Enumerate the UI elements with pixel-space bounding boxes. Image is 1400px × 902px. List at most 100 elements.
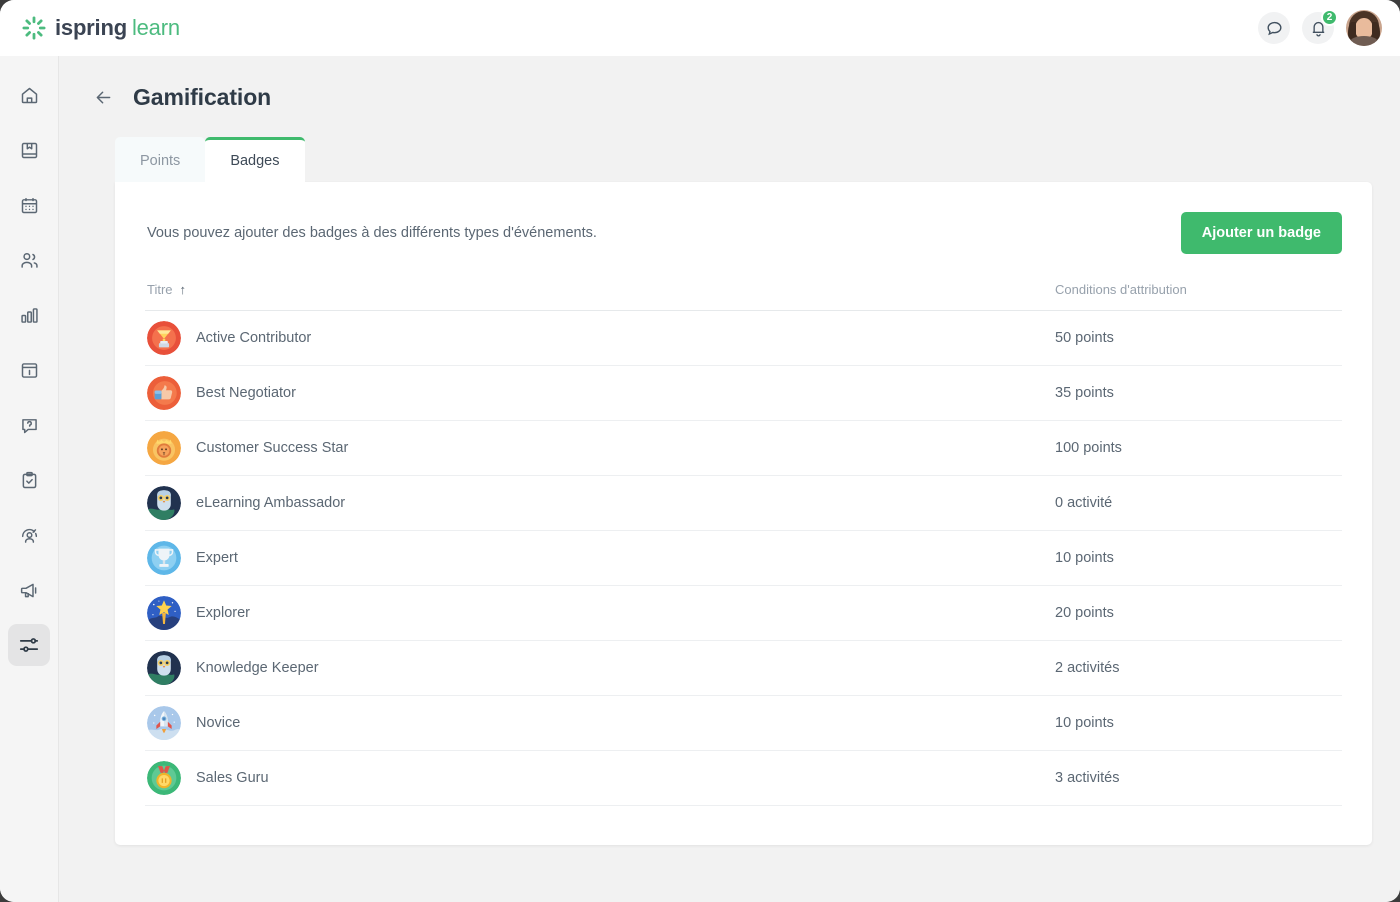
table-header-row: Titre ↑ Conditions d'attribution: [145, 281, 1342, 311]
cell-title: Best Negotiator: [145, 365, 1055, 421]
table-row[interactable]: Active Contributor 50 points: [145, 310, 1342, 366]
info-panel-icon: [21, 362, 37, 378]
sidebar-item-help[interactable]: [8, 404, 50, 446]
cell-title: Active Contributor: [145, 310, 1055, 366]
badge-title: Explorer: [196, 604, 250, 621]
brand-name-primary: ispring: [55, 15, 127, 40]
card-toolbar: Vous pouvez ajouter des badges à des dif…: [145, 211, 1342, 254]
cell-condition: 2 activités: [1055, 640, 1342, 696]
cell-title: eLearning Ambassador: [145, 475, 1055, 531]
chat-bubble-icon: [1266, 21, 1282, 35]
badge-title: Active Contributor: [196, 329, 312, 346]
badge-title: eLearning Ambassador: [196, 494, 346, 511]
table-row[interactable]: Customer Success Star 100 points: [145, 420, 1342, 476]
rocket-badge-icon: [147, 705, 181, 740]
cell-title: Explorer: [145, 585, 1055, 641]
calendar-icon: [21, 197, 37, 213]
main-content: Gamification Points Badges Vous pouvez a…: [59, 56, 1400, 902]
cell-condition: 3 activités: [1055, 750, 1342, 806]
back-button[interactable]: [91, 86, 115, 110]
column-header-title[interactable]: Titre ↑: [145, 281, 1055, 311]
table-head: Titre ↑ Conditions d'attribution: [145, 281, 1342, 311]
arrow-left-icon: [96, 91, 110, 104]
sort-ascending-icon: ↑: [179, 281, 187, 297]
chat-button[interactable]: [1258, 12, 1290, 44]
cell-condition: 0 activité: [1055, 475, 1342, 531]
column-header-conditions[interactable]: Conditions d'attribution: [1055, 281, 1342, 311]
cell-title: Knowledge Keeper: [145, 640, 1055, 696]
owl-badge-icon: [147, 485, 181, 520]
megaphone-icon: [20, 583, 36, 597]
badge-title: Knowledge Keeper: [196, 659, 319, 676]
table-row[interactable]: Novice 10 points: [145, 695, 1342, 751]
settings-sliders-icon: [19, 638, 39, 652]
ispring-sunburst-icon: [22, 16, 46, 40]
sidebar-item-courses[interactable]: [8, 129, 50, 171]
cell-condition: 50 points: [1055, 310, 1342, 366]
cup-badge-icon: [147, 540, 181, 575]
cell-condition: 20 points: [1055, 585, 1342, 641]
top-bar-actions: 2: [1258, 9, 1382, 46]
table-row[interactable]: Knowledge Keeper 2 activités: [145, 640, 1342, 696]
sidebar-item-performance[interactable]: [8, 514, 50, 556]
medal-badge-icon: [147, 760, 181, 795]
thumbsup-badge-icon: [147, 375, 181, 410]
star-badge-icon: [147, 595, 181, 630]
column-title-label: Titre: [147, 281, 173, 297]
cell-condition: 100 points: [1055, 420, 1342, 476]
cell-title: Customer Success Star: [145, 420, 1055, 476]
notifications-button[interactable]: 2: [1302, 9, 1338, 44]
cell-title: Novice: [145, 695, 1055, 751]
page-title: Gamification: [133, 84, 272, 110]
clipboard-check-icon: [22, 471, 36, 488]
table-row[interactable]: eLearning Ambassador 0 activité: [145, 475, 1342, 531]
badge-title: Expert: [196, 549, 238, 566]
question-bubble-icon: [21, 418, 37, 433]
intro-text: Vous pouvez ajouter des badges à des dif…: [147, 224, 597, 241]
trophy-badge-icon: [147, 320, 181, 355]
add-badge-button[interactable]: Ajouter un badge: [1180, 211, 1342, 254]
badges-card: Vous pouvez ajouter des badges à des dif…: [115, 181, 1372, 845]
sidebar-item-settings[interactable]: [8, 624, 50, 666]
badge-title: Best Negotiator: [196, 384, 296, 401]
table-row[interactable]: Sales Guru 3 activités: [145, 750, 1342, 806]
tab-bar: Points Badges: [87, 137, 1364, 182]
book-icon: [21, 142, 37, 158]
users-icon: [20, 252, 38, 268]
sidebar-item-news[interactable]: [8, 349, 50, 391]
cell-condition: 10 points: [1055, 695, 1342, 751]
badge-title: Customer Success Star: [196, 439, 349, 456]
tab-points[interactable]: Points: [115, 137, 206, 182]
avatar[interactable]: [1346, 10, 1382, 46]
sidebar-item-tasks[interactable]: [8, 459, 50, 501]
sidebar-item-home[interactable]: [8, 74, 50, 116]
cell-condition: 10 points: [1055, 530, 1342, 586]
badge-title: Sales Guru: [196, 769, 269, 786]
sidebar-item-calendar[interactable]: [8, 184, 50, 226]
table-row[interactable]: Best Negotiator 35 points: [145, 365, 1342, 421]
tab-badges[interactable]: Badges: [205, 137, 305, 182]
home-icon: [21, 87, 37, 103]
column-conditions-label: Conditions d'attribution: [1055, 281, 1187, 297]
owl-badge-icon: [147, 650, 181, 685]
user-performance-icon: [21, 528, 37, 543]
table-body: Active Contributor 50 points Best Negoti…: [145, 310, 1342, 806]
top-bar: ispring learn 2: [0, 0, 1400, 56]
badge-title: Novice: [196, 714, 241, 731]
sidebar: [0, 56, 59, 902]
bar-chart-icon: [20, 307, 38, 323]
notification-badge: 2: [1321, 9, 1338, 26]
cell-title: Expert: [145, 530, 1055, 586]
badges-table: Titre ↑ Conditions d'attribution Active …: [145, 281, 1342, 806]
brand-name-secondary: learn: [131, 15, 180, 40]
cell-title: Sales Guru: [145, 750, 1055, 806]
sidebar-item-announcements[interactable]: [8, 569, 50, 611]
page-header: Gamification: [87, 84, 1364, 111]
table-row[interactable]: Explorer 20 points: [145, 585, 1342, 641]
sidebar-item-users[interactable]: [8, 239, 50, 281]
lion-badge-icon: [147, 430, 181, 465]
brand-logo[interactable]: ispring learn: [22, 15, 180, 41]
app-window: ispring learn 2 Gamification Points Badg…: [0, 0, 1400, 902]
table-row[interactable]: Expert 10 points: [145, 530, 1342, 586]
sidebar-item-reports[interactable]: [8, 294, 50, 336]
